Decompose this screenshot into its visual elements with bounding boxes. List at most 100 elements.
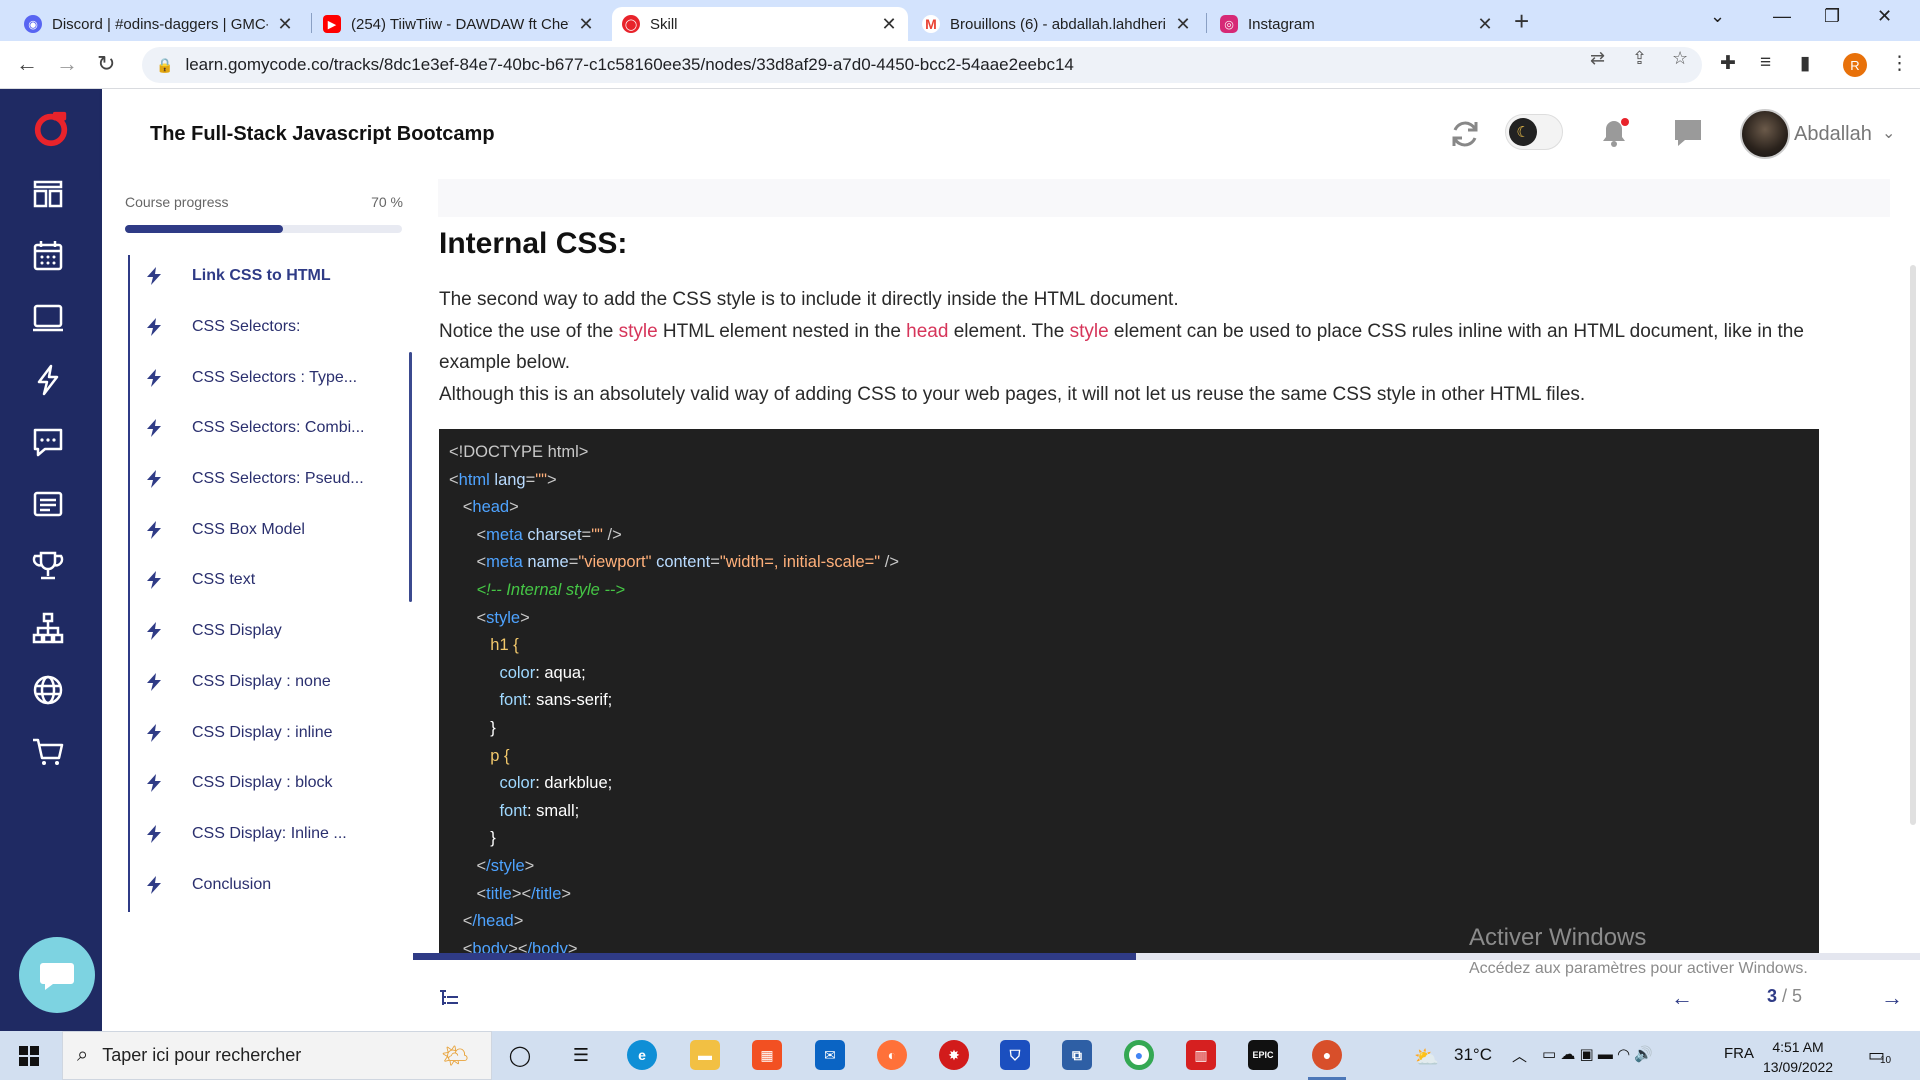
cart-icon[interactable] <box>31 735 65 769</box>
sidebar-lesson-item[interactable]: CSS Display: Inline ... <box>130 809 410 860</box>
lesson-label: CSS Selectors: Pseud... <box>192 470 364 488</box>
content-scrollbar[interactable] <box>1910 265 1916 825</box>
notification-bell-icon[interactable] <box>1598 117 1630 149</box>
taskbar-search-box[interactable]: ⌕ Taper ici pour rechercher 🌤 <box>62 1031 492 1080</box>
sidebar-lesson-item[interactable]: CSS Selectors: Combi... <box>130 403 410 454</box>
restore-icon[interactable]: ❐ <box>1824 6 1840 27</box>
chrome-profile-icon[interactable]: ● <box>1312 1040 1342 1070</box>
tab-discord[interactable]: ◉ Discord | #odins-daggers | GMC- ✕ <box>14 7 304 41</box>
reload-icon[interactable]: ↻ <box>97 51 115 77</box>
weather-icon[interactable]: ⛅ <box>1414 1045 1439 1070</box>
sidebar-lesson-item[interactable]: CSS project <box>130 910 410 912</box>
browser-toolbar: ← → ↻ 🔒 learn.gomycode.co/tracks/8dc1e3e… <box>0 41 1920 89</box>
browser-menu-icon[interactable]: ⋮ <box>1890 52 1909 75</box>
forward-icon[interactable]: → <box>56 51 78 77</box>
extensions-icon[interactable]: ✚ <box>1720 52 1736 75</box>
code-property: font <box>499 801 527 820</box>
previous-arrow-icon[interactable]: ← <box>1671 985 1693 1011</box>
address-bar[interactable]: 🔒 learn.gomycode.co/tracks/8dc1e3ef-84e7… <box>142 47 1702 83</box>
sidebar-lesson-item[interactable]: CSS Display : none <box>130 657 410 708</box>
shield-icon[interactable]: ⛉ <box>1000 1040 1030 1070</box>
refresh-icon[interactable] <box>1448 117 1482 151</box>
tab-title: Instagram <box>1248 15 1315 33</box>
outline-list-icon[interactable] <box>438 987 460 1009</box>
store-icon[interactable]: ▦ <box>752 1040 782 1070</box>
security-app-icon[interactable]: ✸ <box>939 1040 969 1070</box>
tab-gmail[interactable]: M Brouillons (6) - abdallah.lahdheri ✕ <box>912 7 1202 41</box>
article-icon[interactable] <box>31 487 65 521</box>
profile-avatar[interactable]: R <box>1843 53 1867 77</box>
back-icon[interactable]: ← <box>16 51 38 77</box>
sidebar-scrollbar[interactable] <box>409 352 412 602</box>
widgets-icon[interactable]: ☰ <box>566 1040 596 1070</box>
tab-search-icon[interactable]: ⌄ <box>1710 6 1725 27</box>
minimize-icon[interactable]: — <box>1773 6 1791 27</box>
page-indicator: 3 / 5 <box>1767 986 1802 1007</box>
epic-games-icon[interactable]: EPIC <box>1248 1040 1278 1070</box>
lightning-icon[interactable] <box>31 363 65 397</box>
hierarchy-icon[interactable] <box>31 611 65 645</box>
tab-skill[interactable]: ◯ Skill ✕ <box>612 7 908 41</box>
translate-icon[interactable]: ⇄ <box>1590 48 1605 69</box>
side-panel-icon[interactable]: ▮ <box>1800 52 1810 75</box>
gomycode-logo[interactable] <box>32 110 70 148</box>
chrome-icon[interactable]: ● <box>1124 1040 1154 1070</box>
lightning-icon <box>144 621 164 641</box>
reading-list-icon[interactable]: ≡ <box>1760 52 1771 74</box>
sidebar-lesson-item[interactable]: CSS Display : block <box>130 758 410 809</box>
next-arrow-icon[interactable]: → <box>1881 985 1903 1011</box>
close-tab-icon[interactable]: ✕ <box>577 14 595 35</box>
sidebar-lesson-item[interactable]: CSS Display <box>130 606 410 657</box>
trophy-icon[interactable] <box>31 549 65 583</box>
chevron-up-icon[interactable]: ︿ <box>1512 1045 1527 1066</box>
support-chat-button[interactable] <box>19 937 95 1013</box>
user-name[interactable]: Abdallah <box>1794 123 1872 146</box>
close-tab-icon[interactable]: ✕ <box>1174 14 1192 35</box>
close-tab-icon[interactable]: ✕ <box>880 14 898 35</box>
tab-instagram[interactable]: ◎ Instagram ✕ <box>1210 7 1504 41</box>
sidebar-lesson-item[interactable]: CSS Box Model <box>130 504 410 555</box>
calendar-icon[interactable] <box>31 239 65 273</box>
dark-mode-toggle[interactable]: ☾ <box>1505 114 1563 150</box>
sidebar-lesson-item[interactable]: CSS text <box>130 555 410 606</box>
tray-icons[interactable]: ▭ ☁ ▣ ▬ ◠ 🔊 <box>1542 1045 1653 1063</box>
firefox-icon[interactable]: ◐ <box>877 1040 907 1070</box>
sidebar-lesson-item[interactable]: CSS Selectors: <box>130 302 410 353</box>
dashboard-icon[interactable] <box>31 177 65 211</box>
messages-icon[interactable] <box>31 425 65 459</box>
tab-youtube[interactable]: ▶ (254) TiiwTiiw - DAWDAW ft Chet ✕ <box>313 7 605 41</box>
close-tab-icon[interactable]: ✕ <box>1476 14 1494 35</box>
media-app-icon[interactable]: ▥ <box>1186 1040 1216 1070</box>
user-avatar[interactable] <box>1740 109 1790 159</box>
discord-icon: ◉ <box>24 15 42 33</box>
temperature[interactable]: 31°C <box>1454 1045 1492 1065</box>
bookmark-star-icon[interactable]: ☆ <box>1672 48 1688 69</box>
globe-icon[interactable] <box>31 673 65 707</box>
chat-icon[interactable] <box>1672 117 1704 149</box>
progress-value: 70 % <box>371 194 403 210</box>
page-separator: / <box>1777 986 1793 1006</box>
chevron-down-icon[interactable]: ⌄ <box>1882 123 1895 143</box>
language-indicator[interactable]: FRA <box>1724 1045 1754 1062</box>
file-explorer-icon[interactable]: ▬ <box>690 1040 720 1070</box>
close-window-icon[interactable]: ✕ <box>1877 6 1892 27</box>
text: HTML element nested in the <box>657 320 907 342</box>
sidebar-lesson-item[interactable]: Conclusion <box>130 859 410 910</box>
sidebar-lesson-item[interactable]: CSS Selectors : Type... <box>130 352 410 403</box>
new-tab-button[interactable]: + <box>1514 6 1529 37</box>
sidebar-lesson-item[interactable]: CSS Selectors: Pseud... <box>130 454 410 505</box>
share-icon[interactable]: ⇪ <box>1632 48 1647 69</box>
edge-icon[interactable]: e <box>627 1040 657 1070</box>
code-punct: /> <box>880 553 899 572</box>
sidebar-lesson-item[interactable]: Link CSS to HTML <box>130 251 410 302</box>
task-view-icon[interactable]: ◯ <box>505 1040 535 1070</box>
system-clock[interactable]: 4:51 AM 13/09/2022 <box>1763 1037 1833 1077</box>
remote-app-icon[interactable]: ⧉ <box>1062 1040 1092 1070</box>
mail-icon[interactable]: ✉ <box>815 1040 845 1070</box>
sidebar-lesson-item[interactable]: CSS Display : inline <box>130 707 410 758</box>
code-tag: html <box>458 470 490 489</box>
laptop-icon[interactable] <box>31 301 65 335</box>
close-tab-icon[interactable]: ✕ <box>276 14 294 35</box>
lock-icon[interactable]: 🔒 <box>156 57 173 74</box>
windows-start-icon[interactable] <box>18 1045 40 1067</box>
